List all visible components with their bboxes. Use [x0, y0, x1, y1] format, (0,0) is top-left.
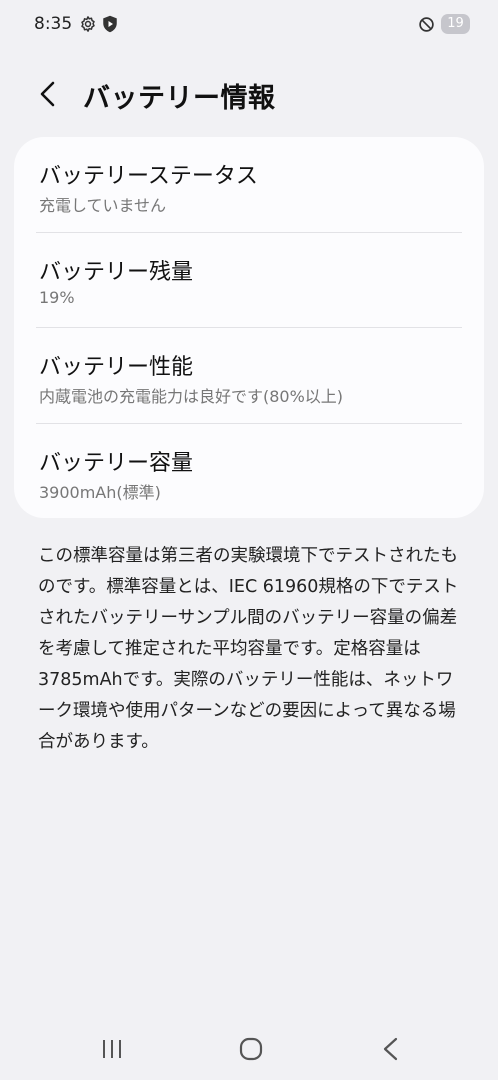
capacity-note: この標準容量は第三者の実験環境下でテストされたものです。標準容量とは、IEC 6…	[38, 546, 459, 752]
home-icon[interactable]	[239, 1037, 263, 1061]
do-not-disturb-icon	[419, 17, 434, 32]
back-icon[interactable]	[380, 1037, 402, 1061]
battery-performance-value: 内蔵電池の充電能力は良好です(80%以上)	[39, 387, 344, 406]
battery-level-title: バッテリー残量	[39, 260, 194, 285]
battery-icon: 19	[441, 14, 470, 34]
shield-icon	[103, 15, 117, 33]
battery-info-card: バッテリーステータス 充電していません バッテリー残量 19% バッテリー性能 …	[14, 137, 484, 518]
battery-level-item[interactable]: バッテリー残量 19%	[14, 233, 484, 328]
battery-performance-title: バッテリー性能	[39, 355, 194, 380]
app-header: バッテリー情報	[0, 70, 498, 120]
recents-icon[interactable]	[101, 1038, 123, 1060]
battery-performance-item[interactable]: バッテリー性能 内蔵電池の充電能力は良好です(80%以上)	[14, 328, 484, 423]
battery-status-title: バッテリーステータス	[39, 164, 258, 189]
gear-icon	[81, 16, 95, 32]
battery-capacity-value: 3900mAh(標準)	[39, 483, 161, 502]
battery-capacity-title: バッテリー容量	[39, 451, 194, 476]
navigation-bar	[0, 1020, 498, 1080]
chevron-left-icon[interactable]	[34, 80, 62, 108]
battery-capacity-item[interactable]: バッテリー容量 3900mAh(標準)	[14, 424, 484, 519]
status-bar: 8:35 19	[0, 0, 498, 48]
battery-status-item[interactable]: バッテリーステータス 充電していません	[14, 137, 484, 232]
page-title: バッテリー情報	[83, 83, 276, 114]
battery-status-value: 充電していません	[39, 196, 167, 215]
battery-level-value: 19%	[39, 288, 75, 307]
battery-level: 19	[447, 16, 464, 31]
status-time: 8:35	[34, 14, 73, 34]
